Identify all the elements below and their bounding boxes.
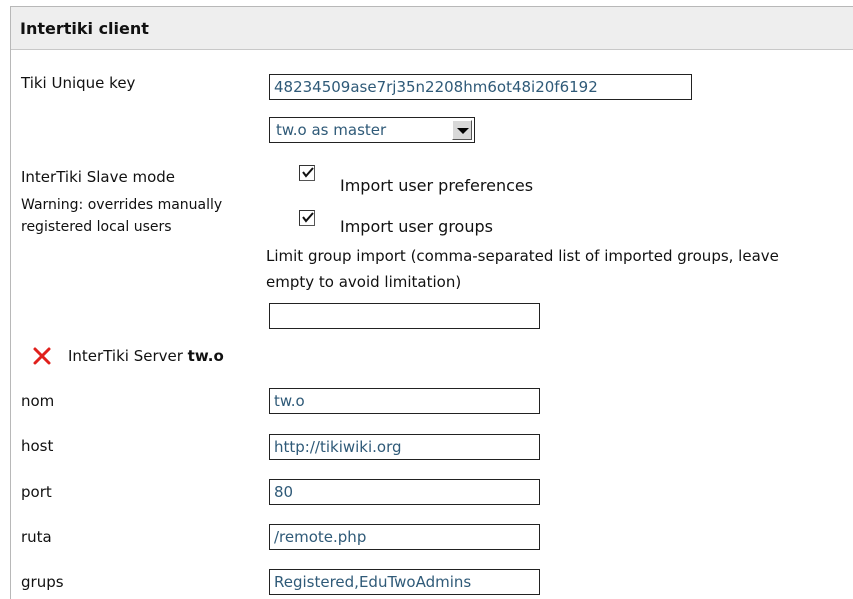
slave-mode-warning: Warning: overrides manually registered l… [21, 197, 223, 235]
host-input[interactable] [269, 434, 540, 460]
port-input[interactable] [269, 479, 540, 505]
ruta-label: ruta [21, 528, 52, 546]
chevron-down-icon[interactable] [452, 120, 472, 140]
intertiki-client-panel: Intertiki client Tiki Unique key tw.o as… [10, 6, 853, 599]
unique-key-input[interactable] [269, 74, 692, 100]
nom-label: nom [21, 392, 55, 410]
nom-input[interactable] [269, 388, 540, 414]
grups-input[interactable] [269, 569, 540, 595]
ruta-input[interactable] [269, 524, 540, 550]
import-preferences-label: Import user preferences [340, 176, 534, 195]
host-label: host [21, 437, 54, 455]
grups-label: grups [21, 573, 64, 591]
limit-group-import-text: Limit group import (comma-separated list… [266, 247, 779, 291]
port-label: port [21, 483, 52, 501]
unique-key-label: Tiki Unique key [21, 74, 136, 92]
import-preferences-checkbox[interactable] [299, 165, 315, 181]
server-heading: InterTiki Server tw.o [68, 347, 224, 365]
slave-mode-label: InterTiki Slave mode [21, 168, 175, 186]
checkmark-icon [302, 212, 314, 223]
master-select[interactable]: tw.o as master [269, 117, 475, 143]
master-select-value: tw.o as master [276, 121, 387, 139]
server-heading-prefix: InterTiki Server [68, 347, 183, 365]
limit-group-import-input[interactable] [269, 303, 540, 329]
panel-title: Intertiki client [20, 19, 149, 38]
import-groups-checkbox[interactable] [299, 210, 315, 226]
checkmark-icon [302, 167, 314, 178]
x-icon[interactable] [32, 346, 52, 366]
panel-header: Intertiki client [11, 7, 853, 50]
server-heading-name: tw.o [187, 347, 224, 365]
import-groups-label: Import user groups [340, 217, 493, 236]
